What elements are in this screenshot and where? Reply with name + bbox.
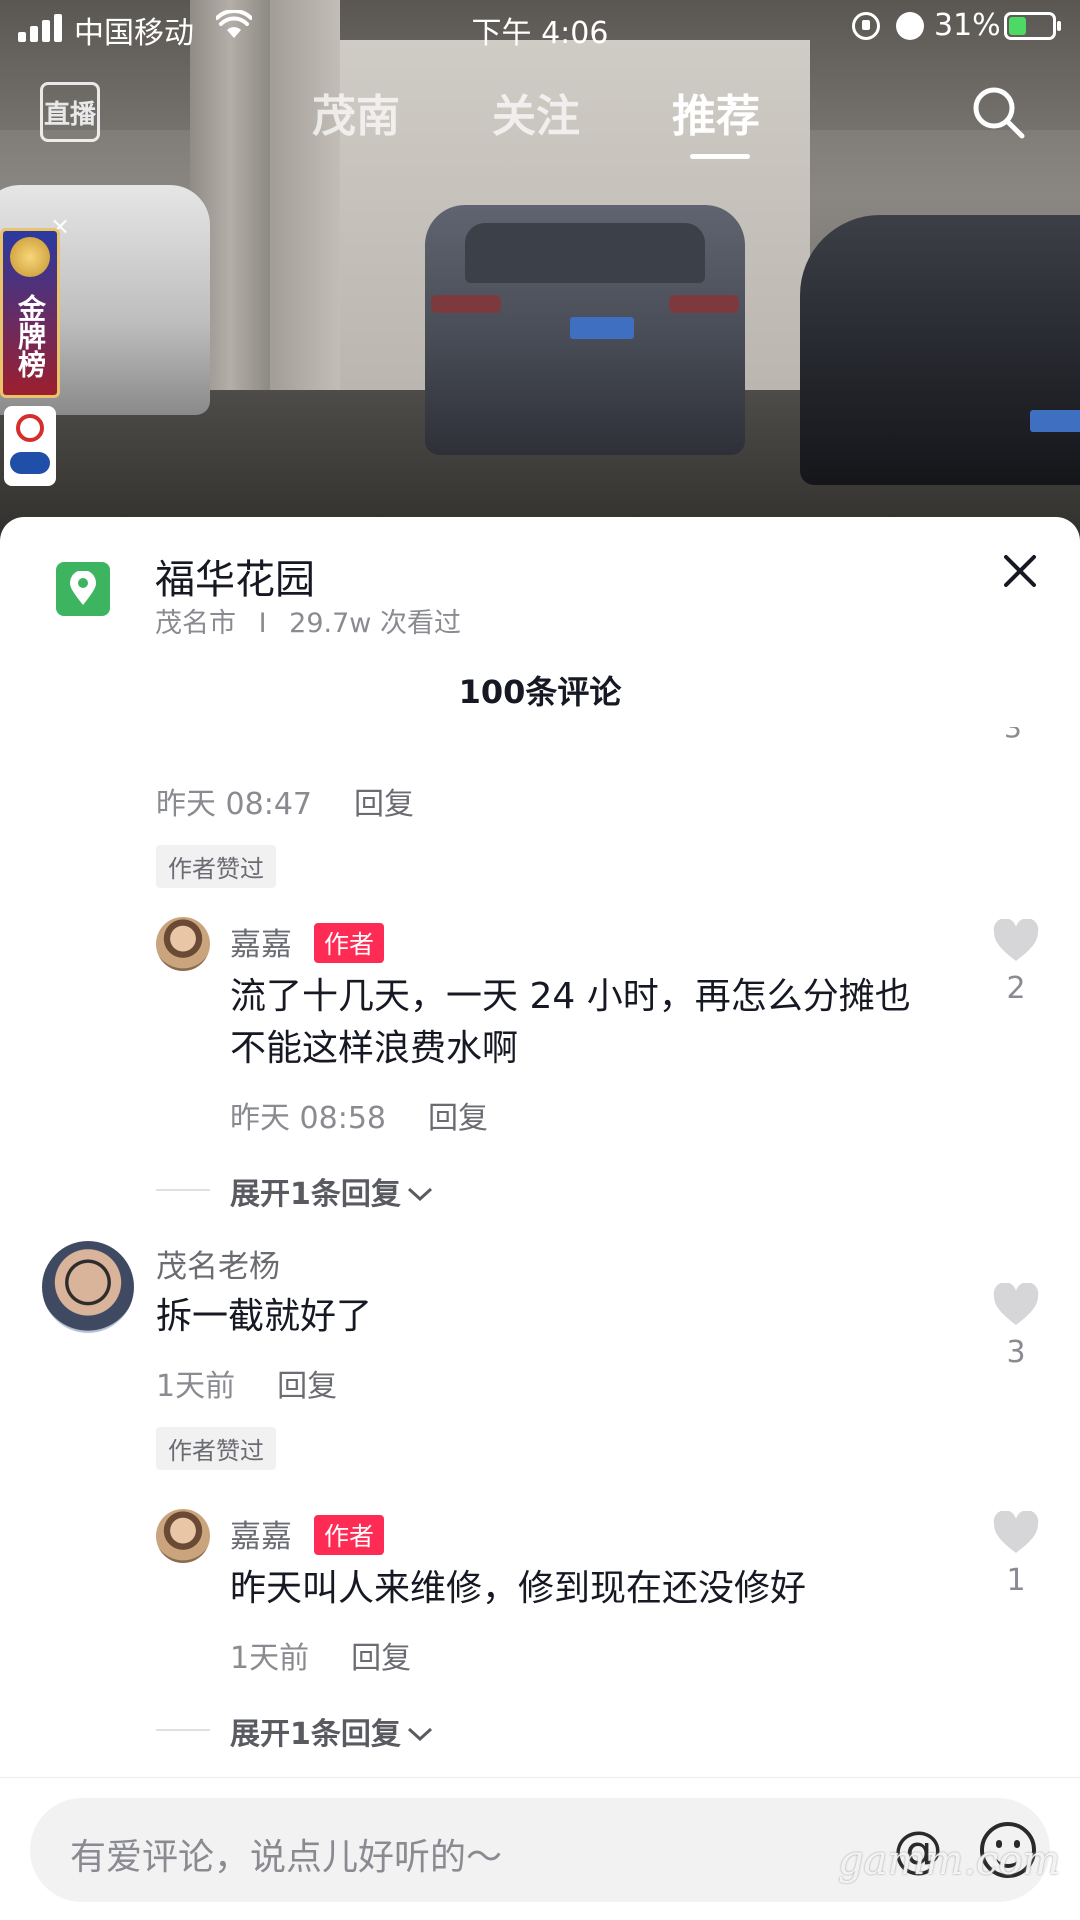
expand-replies-button[interactable]: 展开1条回复 bbox=[230, 1709, 435, 1753]
location-header[interactable]: 福华花园 茂名市 I 29.7w 次看过 bbox=[0, 517, 1080, 647]
comment-time: 昨天 08:58 bbox=[230, 1101, 386, 1136]
comment-meta: 昨天 08:47 回复 bbox=[156, 779, 414, 823]
comment-sheet: 福华花园 茂名市 I 29.7w 次看过 100条评论 3 昨天 08:47 回复… bbox=[0, 517, 1080, 1920]
comment-input[interactable]: 有爱评论，说点儿好听的～ @ gamm.com bbox=[30, 1798, 1060, 1902]
comment-text: 流了十几天，一天 24 小时，再怎么分摊也 不能这样浪费水啊 bbox=[230, 971, 911, 1075]
avatar[interactable] bbox=[42, 1241, 134, 1333]
sponsor-logo bbox=[4, 406, 56, 486]
comment-count: 100条评论 bbox=[458, 673, 622, 711]
tab-recommend[interactable]: 推荐 bbox=[672, 80, 760, 144]
comment-time: 1天前 bbox=[156, 1369, 236, 1404]
grey-car bbox=[425, 205, 745, 455]
tab-maonan[interactable]: 茂南 bbox=[312, 80, 400, 144]
yili-logo-icon bbox=[10, 452, 50, 474]
like-count: 1 bbox=[1006, 1563, 1026, 1598]
alarm-icon bbox=[896, 12, 924, 40]
heart-icon[interactable] bbox=[992, 1283, 1040, 1327]
divider-line bbox=[156, 1189, 210, 1191]
chevron-down-icon bbox=[407, 1727, 432, 1742]
author-badge: 作者 bbox=[314, 923, 385, 963]
gold-medal-icon bbox=[10, 237, 50, 277]
location-name[interactable]: 福华花园 bbox=[155, 547, 315, 605]
location-meta: 茂名市 I 29.7w 次看过 bbox=[155, 601, 461, 640]
comment-text: 昨天叫人来维修，修到现在还没修好 bbox=[230, 1568, 807, 1609]
medal-ranking-label: 金牌榜 bbox=[14, 294, 47, 378]
comment-input-bar: 有爱评论，说点儿好听的～ @ gamm.com bbox=[0, 1777, 1080, 1920]
like-count: 3 bbox=[1006, 1335, 1026, 1370]
orientation-lock-icon bbox=[852, 12, 880, 40]
status-bar: 中国移动 下午 4:06 31% bbox=[0, 0, 1080, 54]
tab-following[interactable]: 关注 bbox=[492, 80, 580, 144]
avatar[interactable] bbox=[156, 917, 210, 971]
author-liked-tag: 作者赞过 bbox=[156, 1427, 276, 1470]
comment-text-line: 流了十几天，一天 24 小时，再怎么分摊也 bbox=[230, 976, 911, 1017]
comment-meta: 1天前 回复 bbox=[156, 1361, 337, 1405]
commenter-name[interactable]: 嘉嘉 bbox=[230, 919, 292, 964]
expand-replies-label: 展开1条回复 bbox=[230, 1717, 401, 1752]
reply-button[interactable]: 回复 bbox=[354, 787, 414, 822]
license-plate bbox=[570, 317, 634, 339]
meta-separator: I bbox=[258, 608, 267, 639]
medal-ranking-badge[interactable]: × 金牌榜 bbox=[0, 212, 70, 488]
reply-button[interactable]: 回复 bbox=[351, 1641, 411, 1676]
active-tab-indicator bbox=[690, 154, 750, 159]
comment-list[interactable]: 3 昨天 08:47 回复 作者赞过 嘉嘉 作者 流了十几天，一天 24 小时，再… bbox=[0, 727, 1080, 1787]
dark-car bbox=[800, 215, 1080, 485]
comment-meta: 昨天 08:58 回复 bbox=[230, 1093, 488, 1137]
author-liked-tag: 作者赞过 bbox=[156, 845, 276, 888]
like-count: 2 bbox=[1006, 971, 1026, 1006]
watermark: gamm.com bbox=[838, 1838, 1061, 1884]
reply-button[interactable]: 回复 bbox=[277, 1369, 337, 1404]
comment-meta: 1天前 回复 bbox=[230, 1633, 411, 1677]
reply-button[interactable]: 回复 bbox=[428, 1101, 488, 1136]
like-count: 3 bbox=[1004, 727, 1022, 744]
commenter-name[interactable]: 茂名老杨 bbox=[156, 1241, 280, 1286]
chevron-down-icon bbox=[407, 1187, 432, 1202]
live-button[interactable]: 直播 bbox=[40, 82, 100, 142]
battery-fill bbox=[1009, 17, 1026, 35]
heart-icon[interactable] bbox=[992, 919, 1040, 963]
comment-text-line: 不能这样浪费水啊 bbox=[230, 1028, 519, 1069]
tail-light bbox=[669, 295, 739, 313]
comment-input-placeholder: 有爱评论，说点儿好听的～ bbox=[70, 1837, 503, 1878]
location-views: 29.7w 次看过 bbox=[289, 608, 461, 639]
search-icon[interactable] bbox=[970, 84, 1026, 140]
battery-charging-icon bbox=[1004, 12, 1061, 40]
avatar[interactable] bbox=[156, 1509, 210, 1563]
expand-replies-label: 展开1条回复 bbox=[230, 1177, 401, 1212]
location-city: 茂名市 bbox=[155, 608, 236, 639]
divider-line bbox=[156, 1729, 210, 1731]
top-nav: 直播 茂南 关注 推荐 bbox=[0, 70, 1080, 170]
car-window bbox=[465, 223, 705, 283]
tail-light bbox=[431, 295, 501, 313]
battery-percent: 31% bbox=[934, 8, 1001, 43]
license-plate bbox=[1030, 410, 1080, 432]
author-badge: 作者 bbox=[314, 1515, 385, 1555]
pillar bbox=[270, 0, 340, 420]
medal-card[interactable]: 金牌榜 bbox=[0, 228, 60, 398]
map-pin-icon bbox=[56, 562, 110, 616]
close-icon[interactable] bbox=[1000, 551, 1040, 591]
heart-icon[interactable] bbox=[992, 1511, 1040, 1555]
comment-time: 1天前 bbox=[230, 1641, 310, 1676]
comment-text: 拆一截就好了 bbox=[156, 1296, 373, 1337]
comment-time: 昨天 08:47 bbox=[156, 787, 312, 822]
commenter-name[interactable]: 嘉嘉 bbox=[230, 1511, 292, 1556]
expand-replies-button[interactable]: 展开1条回复 bbox=[230, 1169, 435, 1213]
olympic-rings-icon bbox=[16, 414, 44, 442]
